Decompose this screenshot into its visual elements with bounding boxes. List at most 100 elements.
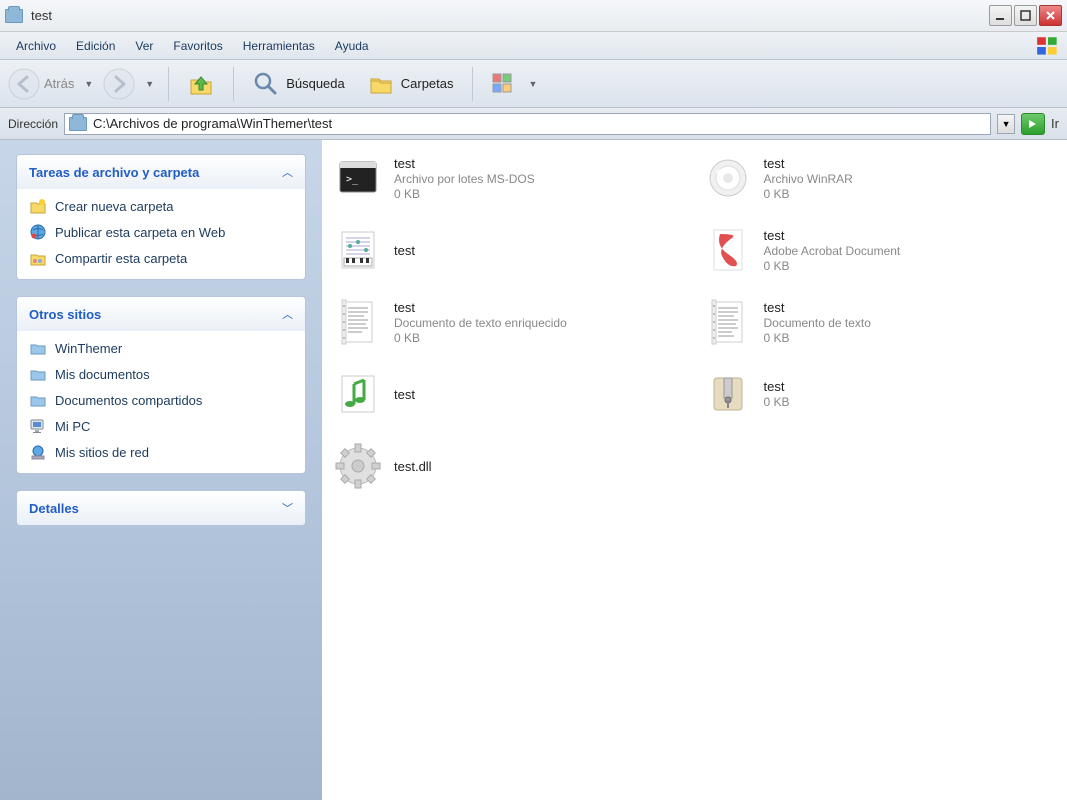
views-button[interactable]: ▼ [483, 68, 550, 100]
link-publish-web[interactable]: Publicar esta carpeta en Web [29, 223, 293, 241]
file-tile[interactable]: test [328, 224, 692, 276]
views-icon [491, 72, 519, 96]
panel-other-places: Otros sitios ︿ WinThemer Mis documentos … [16, 296, 306, 474]
computer-icon [29, 417, 47, 435]
file-tile[interactable]: test [328, 368, 692, 420]
forward-dropdown[interactable]: ▼ [141, 79, 158, 89]
search-button[interactable]: Búsqueda [244, 66, 353, 102]
minimize-button[interactable] [989, 5, 1012, 26]
folder-icon [69, 117, 87, 131]
bat-file-icon: >_ [334, 154, 382, 202]
link-shared-documents[interactable]: Documentos compartidos [29, 391, 293, 409]
link-share-folder[interactable]: Compartir esta carpeta [29, 249, 293, 267]
address-field[interactable]: C:\Archivos de programa\WinThemer\test [64, 113, 991, 135]
folders-button[interactable]: Carpetas [359, 66, 462, 102]
menu-view[interactable]: Ver [125, 35, 163, 57]
file-tile[interactable]: testDocumento de texto enriquecido0 KB [328, 296, 692, 348]
link-label: Publicar esta carpeta en Web [55, 225, 225, 240]
link-my-documents[interactable]: Mis documentos [29, 365, 293, 383]
address-path: C:\Archivos de programa\WinThemer\test [93, 116, 986, 131]
file-tile[interactable]: test0 KB [698, 368, 1062, 420]
link-label: Mis sitios de red [55, 445, 149, 460]
file-tile[interactable]: testDocumento de texto0 KB [698, 296, 1062, 348]
forward-button[interactable] [103, 68, 135, 100]
back-dropdown[interactable]: ▼ [80, 79, 97, 89]
link-network-places[interactable]: Mis sitios de red [29, 443, 293, 461]
file-name: test [764, 156, 853, 171]
file-name: test [764, 379, 790, 394]
chevron-up-icon: ︿ [282, 164, 293, 180]
file-name: test [394, 156, 535, 171]
sidebar: Tareas de archivo y carpeta ︿ Crear nuev… [0, 140, 322, 800]
file-size: 0 KB [764, 395, 790, 409]
chevron-up-icon: ︿ [282, 306, 293, 322]
link-label: WinThemer [55, 341, 122, 356]
close-button[interactable] [1039, 5, 1062, 26]
views-dropdown-icon: ▼ [525, 79, 542, 89]
link-label: Compartir esta carpeta [55, 251, 187, 266]
windows-flag-icon[interactable] [1035, 35, 1061, 57]
network-icon [29, 443, 47, 461]
go-button[interactable] [1021, 113, 1045, 135]
panel-header-places[interactable]: Otros sitios ︿ [17, 297, 305, 331]
menu-favorites[interactable]: Favoritos [163, 35, 232, 57]
zip-file-icon [704, 370, 752, 418]
txt-file-icon [704, 298, 752, 346]
file-name: test.dll [394, 459, 432, 474]
panel-header-tasks[interactable]: Tareas de archivo y carpeta ︿ [17, 155, 305, 189]
search-icon [252, 70, 280, 98]
globe-icon [29, 223, 47, 241]
link-my-pc[interactable]: Mi PC [29, 417, 293, 435]
menu-tools[interactable]: Herramientas [233, 35, 325, 57]
back-button[interactable] [8, 68, 40, 100]
share-icon [29, 249, 47, 267]
file-type: Archivo WinRAR [764, 172, 853, 186]
folder-up-icon [187, 70, 215, 98]
panel-header-details[interactable]: Detalles ﹀ [17, 491, 305, 525]
window-title: test [31, 8, 989, 23]
folder-icon [29, 365, 47, 383]
menu-file[interactable]: Archivo [6, 35, 66, 57]
file-tile[interactable]: testArchivo WinRAR0 KB [698, 152, 1062, 204]
folders-label: Carpetas [401, 76, 454, 91]
file-name: test [394, 300, 567, 315]
go-label: Ir [1051, 116, 1059, 131]
link-label: Documentos compartidos [55, 393, 202, 408]
file-type: Adobe Acrobat Document [764, 244, 901, 258]
file-size: 0 KB [764, 259, 901, 273]
file-size: 0 KB [394, 187, 535, 201]
link-winthemer[interactable]: WinThemer [29, 339, 293, 357]
panel-details: Detalles ﹀ [16, 490, 306, 526]
address-label: Dirección [8, 117, 58, 131]
search-label: Búsqueda [286, 76, 345, 91]
link-label: Crear nueva carpeta [55, 199, 174, 214]
address-dropdown[interactable]: ▼ [997, 114, 1015, 134]
file-type: Documento de texto enriquecido [394, 316, 567, 330]
folders-icon [367, 70, 395, 98]
chevron-down-icon: ﹀ [282, 500, 293, 516]
panel-title: Tareas de archivo y carpeta [29, 165, 199, 180]
file-name: test [394, 387, 415, 402]
midi-file-icon [334, 226, 382, 274]
file-tile[interactable]: test.dll [328, 440, 692, 492]
up-button[interactable] [179, 66, 223, 102]
file-size: 0 KB [764, 331, 871, 345]
menu-help[interactable]: Ayuda [325, 35, 379, 57]
back-label: Atrás [44, 76, 74, 91]
folder-icon [29, 339, 47, 357]
folder-icon [29, 391, 47, 409]
link-new-folder[interactable]: Crear nueva carpeta [29, 197, 293, 215]
file-size: 0 KB [764, 187, 853, 201]
panel-title: Detalles [29, 501, 79, 516]
panel-title: Otros sitios [29, 307, 101, 322]
file-type: Documento de texto [764, 316, 871, 330]
file-tile[interactable]: >_testArchivo por lotes MS-DOS0 KB [328, 152, 692, 204]
titlebar: test [0, 0, 1067, 32]
dll-file-icon [334, 442, 382, 490]
file-tile[interactable]: testAdobe Acrobat Document0 KB [698, 224, 1062, 276]
menu-edit[interactable]: Edición [66, 35, 125, 57]
file-name: test [394, 243, 415, 258]
pdf-file-icon [704, 226, 752, 274]
addressbar: Dirección C:\Archivos de programa\WinThe… [0, 108, 1067, 140]
maximize-button[interactable] [1014, 5, 1037, 26]
